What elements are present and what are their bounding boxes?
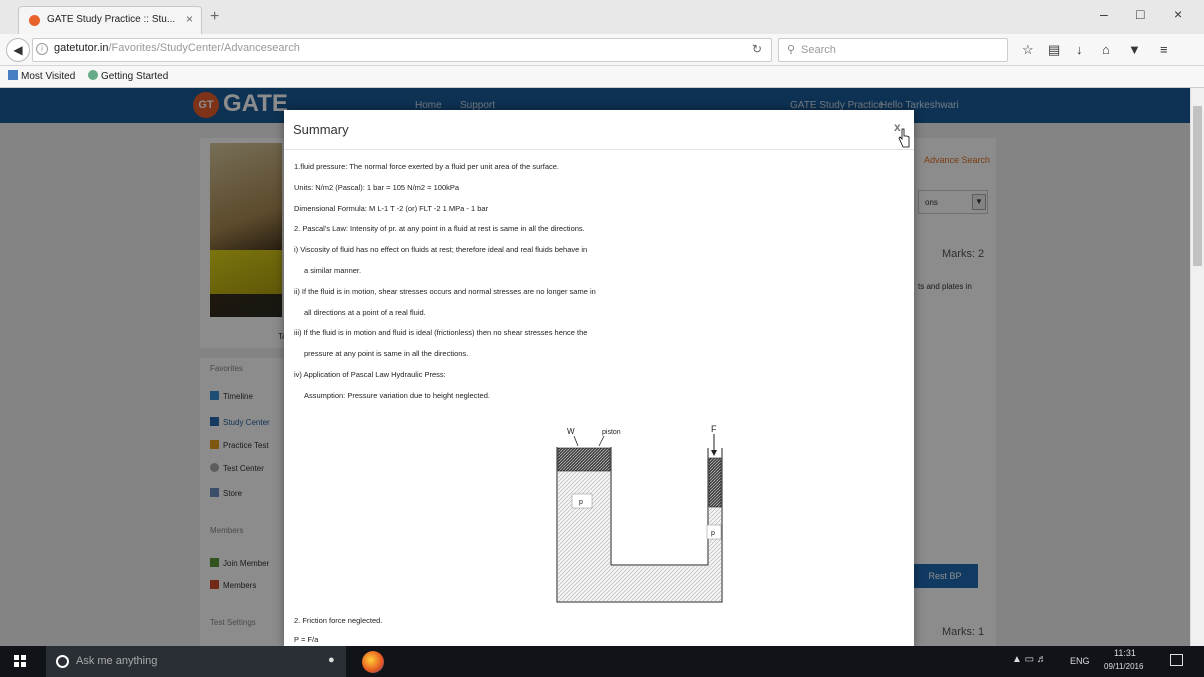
reading-list-icon[interactable]: ▤: [1048, 42, 1060, 58]
summary-line: 2. Pascal's Law: Intensity of pr. at any…: [294, 224, 585, 234]
firefox-icon[interactable]: [362, 651, 384, 673]
language-indicator[interactable]: ENG: [1070, 656, 1090, 666]
summary-line: all directions at a point of a real flui…: [304, 307, 426, 317]
summary-line: iv) Application of Pascal Law Hydraulic …: [294, 370, 446, 379]
back-arrow-icon[interactable]: ◀: [6, 38, 30, 62]
bookmark-most-visited[interactable]: Most Visited: [8, 70, 75, 82]
bookmarks-bar: Most Visited Getting Started: [0, 66, 1204, 88]
new-tab-button[interactable]: +: [210, 8, 219, 26]
tab-close-icon[interactable]: ×: [186, 12, 193, 26]
taskbar-search-placeholder: Ask me anything: [76, 655, 158, 667]
browser-nav-bar: ◀ i gatetutor.in/Favorites/StudyCenter/A…: [0, 34, 1204, 66]
bookmark-getting-started[interactable]: Getting Started: [88, 70, 168, 82]
hand-cursor-icon: [898, 128, 910, 148]
weight-label: W: [567, 427, 575, 436]
summary-line: Assumption: Pressure variation due to he…: [304, 390, 490, 400]
scrollbar-thumb[interactable]: [1193, 106, 1202, 266]
tab-title: GATE Study Practice :: Stu...: [47, 14, 176, 25]
summary-modal: Summary x 1.fluid pressure: The normal f…: [284, 110, 914, 646]
minimize-button[interactable]: –: [1100, 6, 1108, 22]
microphone-icon[interactable]: ●: [328, 654, 335, 666]
summary-line: pressure at any point is same in all the…: [304, 349, 469, 359]
globe-icon: [88, 70, 98, 80]
folder-icon: [8, 70, 18, 80]
cortana-search-box[interactable]: Ask me anything ●: [46, 646, 346, 677]
reload-icon[interactable]: ↻: [752, 42, 762, 56]
cortana-icon: [56, 655, 69, 668]
pocket-icon[interactable]: ▼: [1128, 42, 1141, 57]
piston-label: piston: [602, 429, 621, 436]
summary-line: Dimensional Formula: M L-1 T -2 (or) FLT…: [294, 203, 489, 213]
summary-line: 2. Friction force neglected.: [294, 616, 383, 625]
site-favicon-icon: [29, 15, 40, 26]
clock-time[interactable]: 11:31: [1114, 648, 1136, 658]
bookmark-star-icon[interactable]: ☆: [1022, 42, 1034, 58]
search-placeholder: Search: [801, 44, 836, 56]
bookmark-label: Most Visited: [21, 71, 76, 82]
system-tray-icons[interactable]: ▲ ▭ ♬: [1012, 654, 1047, 665]
bookmark-label: Getting Started: [101, 71, 169, 82]
summary-line: Units: N/m2 (Pascal): 1 bar = 105 N/m2 =…: [294, 182, 460, 192]
summary-line: ii) If the fluid is in motion, shear str…: [294, 286, 596, 296]
search-input[interactable]: ⚲ Search: [778, 38, 1008, 62]
url-domain: gatetutor.in: [54, 42, 109, 54]
clock-date[interactable]: 09/11/2016: [1104, 662, 1143, 671]
force-label: F: [711, 424, 717, 434]
page-scrollbar[interactable]: [1190, 88, 1204, 646]
close-window-button[interactable]: ×: [1174, 6, 1182, 22]
search-icon: ⚲: [787, 44, 796, 56]
modal-title: Summary: [293, 122, 349, 137]
summary-line: a similar manner.: [304, 266, 362, 275]
summary-line: P = F/a: [294, 635, 319, 644]
menu-icon[interactable]: ≡: [1160, 42, 1168, 57]
browser-tab-bar: GATE Study Practice :: Stu... × + – □ ×: [0, 0, 1204, 34]
windows-taskbar: Ask me anything ● ▲ ▭ ♬ ENG 11:31 09/11/…: [0, 646, 1204, 677]
url-text: gatetutor.in/Favorites/StudyCenter/Advan…: [54, 42, 300, 54]
summary-line: iii) If the fluid is in motion and fluid…: [294, 328, 588, 338]
maximize-button[interactable]: □: [1136, 6, 1144, 22]
summary-line: i) Viscosity of fluid has no effect on f…: [294, 245, 588, 255]
modal-header: Summary x: [284, 110, 914, 150]
info-icon[interactable]: i: [36, 43, 48, 55]
summary-line: 1.fluid pressure: The normal force exert…: [294, 162, 560, 171]
hydraulic-press-diagram: W piston F p p: [556, 424, 723, 603]
home-icon[interactable]: ⌂: [1102, 42, 1110, 57]
url-path: /Favorites/StudyCenter/Advancesearch: [108, 42, 300, 54]
pressure-left-label: p: [579, 499, 583, 506]
notification-icon[interactable]: [1170, 654, 1183, 666]
windows-start-icon[interactable]: [14, 655, 26, 667]
browser-tab[interactable]: GATE Study Practice :: Stu... ×: [18, 6, 202, 34]
download-icon[interactable]: ↓: [1076, 42, 1083, 57]
pressure-right-label: p: [711, 530, 715, 537]
